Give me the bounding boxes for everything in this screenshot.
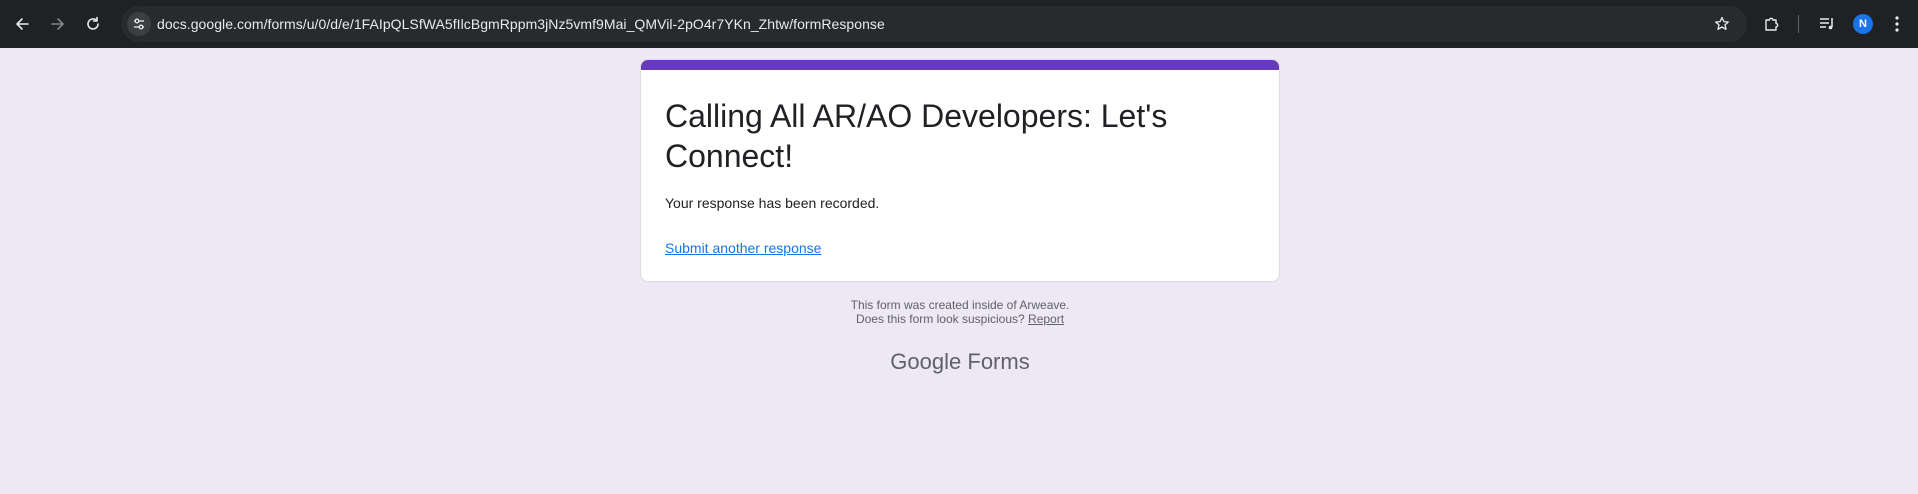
suspicious-line: Does this form look suspicious? Report xyxy=(640,312,1280,326)
arrow-right-icon xyxy=(51,18,64,30)
tune-icon xyxy=(134,18,144,30)
back-button[interactable] xyxy=(8,10,36,38)
card-accent-bar xyxy=(641,60,1279,70)
extensions-button[interactable] xyxy=(1759,11,1785,37)
submit-another-link[interactable]: Submit another response xyxy=(665,238,821,258)
profile-avatar[interactable]: N xyxy=(1853,14,1873,34)
response-card: Calling All AR/AO Developers: Let's Conn… xyxy=(640,59,1280,282)
browser-toolbar: docs.google.com/forms/u/0/d/e/1FAIpQLSfW… xyxy=(0,0,1918,48)
reload-icon xyxy=(87,16,99,30)
bookmark-button[interactable] xyxy=(1711,13,1733,35)
star-icon xyxy=(1715,16,1729,30)
report-link[interactable]: Report xyxy=(1028,312,1064,326)
media-control-button[interactable] xyxy=(1814,11,1840,37)
brand-google: Google xyxy=(890,349,962,374)
forward-button[interactable] xyxy=(44,10,72,38)
toolbar-separator xyxy=(1798,15,1799,33)
more-vert-icon xyxy=(1895,16,1899,32)
footer-note: This form was created inside of Arweave.… xyxy=(640,298,1280,326)
google-forms-logo[interactable]: Google Forms xyxy=(640,348,1280,376)
address-bar[interactable]: docs.google.com/forms/u/0/d/e/1FAIpQLSfW… xyxy=(121,6,1747,42)
suspicious-question: Does this form look suspicious? xyxy=(855,312,1025,326)
confirmation-message: Your response has been recorded. xyxy=(665,195,880,211)
reload-button[interactable] xyxy=(79,10,107,38)
created-note: This form was created inside of Arweave. xyxy=(850,298,1070,312)
brand-forms: Forms xyxy=(967,349,1030,374)
form-title: Calling All AR/AO Developers: Let's Conn… xyxy=(665,98,1168,174)
site-info-button[interactable] xyxy=(127,12,151,36)
browser-menu-button[interactable] xyxy=(1884,11,1910,37)
arrow-left-icon xyxy=(16,18,29,30)
puzzle-icon xyxy=(1765,17,1779,31)
media-control-icon xyxy=(1820,18,1833,30)
url-text[interactable]: docs.google.com/forms/u/0/d/e/1FAIpQLSfW… xyxy=(157,6,885,42)
